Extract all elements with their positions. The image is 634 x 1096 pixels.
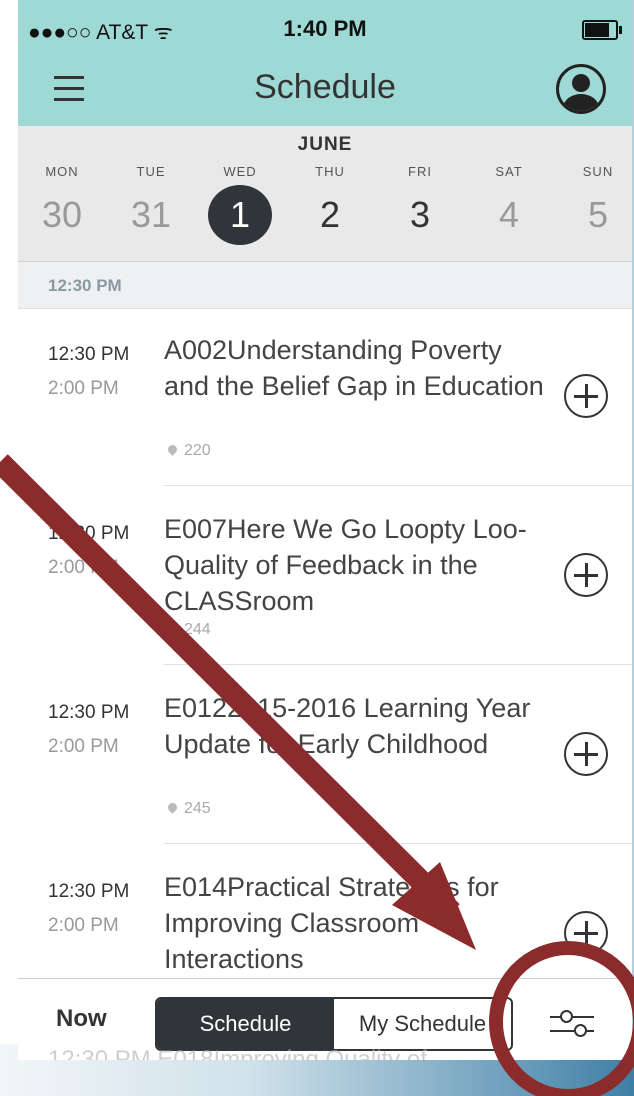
time-section-header: 12:30 PM xyxy=(18,262,632,309)
weekday-label: SUN xyxy=(582,164,614,179)
location-pin-icon xyxy=(166,443,179,456)
phone-screen: ●●●○○ AT&T ᯤ 1:40 PM Schedule JUNE MON 3… xyxy=(18,0,632,1060)
nav-bar: Schedule xyxy=(18,58,632,126)
room-number: 245 xyxy=(184,800,211,817)
add-session-button[interactable] xyxy=(564,911,608,955)
weekday-label: MON xyxy=(45,164,79,179)
date-number: 31 xyxy=(130,194,172,235)
session-start-time: 12:30 PM xyxy=(48,702,130,723)
bottom-toolbar: Now Schedule My Schedule xyxy=(18,978,632,1051)
date-number: 30 xyxy=(41,194,83,235)
session-end-time: 2:00 PM xyxy=(48,736,119,757)
calendar-day-mon[interactable]: MON 30 xyxy=(27,164,97,245)
weekday-label: WED xyxy=(223,164,257,179)
session-start-time: 12:30 PM xyxy=(48,523,130,544)
date-number: 5 xyxy=(587,194,609,235)
week-calendar: JUNE MON 30 TUE 31 WED 1 THU 2 FRI 3 SAT… xyxy=(18,126,632,262)
calendar-day-wed[interactable]: WED 1 xyxy=(205,164,275,245)
row-divider xyxy=(164,485,632,486)
session-row[interactable]: 12:30 PM 2:00 PM E0122015-2016 Learning … xyxy=(18,666,632,844)
session-title: E007Here We Go Loopty Loo-Quality of Fee… xyxy=(164,514,527,616)
weekday-label: FRI xyxy=(408,164,432,179)
filter-sliders-icon[interactable] xyxy=(550,1009,594,1039)
weekday-label: TUE xyxy=(136,164,166,179)
profile-avatar-icon[interactable] xyxy=(556,64,606,114)
status-bar: ●●●○○ AT&T ᯤ 1:40 PM xyxy=(18,0,632,58)
now-button[interactable]: Now xyxy=(56,1005,107,1033)
session-title: E0122015-2016 Learning Year Update for E… xyxy=(164,693,531,759)
session-end-time: 2:00 PM xyxy=(48,557,119,578)
page-title: Schedule xyxy=(254,68,396,106)
session-location: 220 xyxy=(166,442,211,460)
row-divider xyxy=(164,843,632,844)
location-pin-icon xyxy=(166,622,179,635)
calendar-day-sat[interactable]: SAT 4 xyxy=(474,164,544,245)
calendar-day-thu[interactable]: THU 2 xyxy=(295,164,365,245)
session-location: 245 xyxy=(166,800,211,818)
weekday-label: THU xyxy=(315,164,345,179)
session-start-time: 12:30 PM xyxy=(48,881,130,902)
add-session-button[interactable] xyxy=(564,553,608,597)
session-title: A002Understanding Poverty and the Belief… xyxy=(164,335,544,401)
section-time: 12:30 PM xyxy=(48,276,122,295)
location-pin-icon xyxy=(166,801,179,814)
session-end-time: 2:00 PM xyxy=(48,915,119,936)
calendar-day-fri[interactable]: FRI 3 xyxy=(385,164,455,245)
calendar-day-tue[interactable]: TUE 31 xyxy=(116,164,186,245)
date-number: 4 xyxy=(498,194,520,235)
tab-my-schedule[interactable]: My Schedule xyxy=(334,999,511,1049)
schedule-segmented-control: Schedule My Schedule xyxy=(155,997,513,1051)
calendar-month: JUNE xyxy=(297,134,353,155)
session-location: 244 xyxy=(166,621,211,639)
session-end-time: 2:00 PM xyxy=(48,378,119,399)
date-number: 3 xyxy=(409,194,431,235)
room-number: 244 xyxy=(184,621,211,638)
session-row[interactable]: 12:30 PM 2:00 PM E007Here We Go Loopty L… xyxy=(18,487,632,665)
add-session-button[interactable] xyxy=(564,374,608,418)
next-session-partial: 12:30 PM E018Improving Quality of xyxy=(48,1046,427,1060)
selected-date: 1 xyxy=(208,185,272,245)
calendar-days: MON 30 TUE 31 WED 1 THU 2 FRI 3 SAT 4 SU… xyxy=(18,164,632,254)
weekday-label: SAT xyxy=(495,164,523,179)
tab-schedule[interactable]: Schedule xyxy=(157,999,334,1049)
session-start-time: 12:30 PM xyxy=(48,344,130,365)
session-title: E014Practical Strategies for Improving C… xyxy=(164,872,499,974)
battery-icon xyxy=(582,20,622,40)
date-number: 2 xyxy=(319,194,341,235)
row-divider xyxy=(164,664,632,665)
room-number: 220 xyxy=(184,442,211,459)
add-session-button[interactable] xyxy=(564,732,608,776)
session-row[interactable]: 12:30 PM 2:00 PM A002Understanding Pover… xyxy=(18,308,632,486)
status-time: 1:40 PM xyxy=(283,16,367,41)
calendar-day-sun[interactable]: SUN 5 xyxy=(563,164,632,245)
